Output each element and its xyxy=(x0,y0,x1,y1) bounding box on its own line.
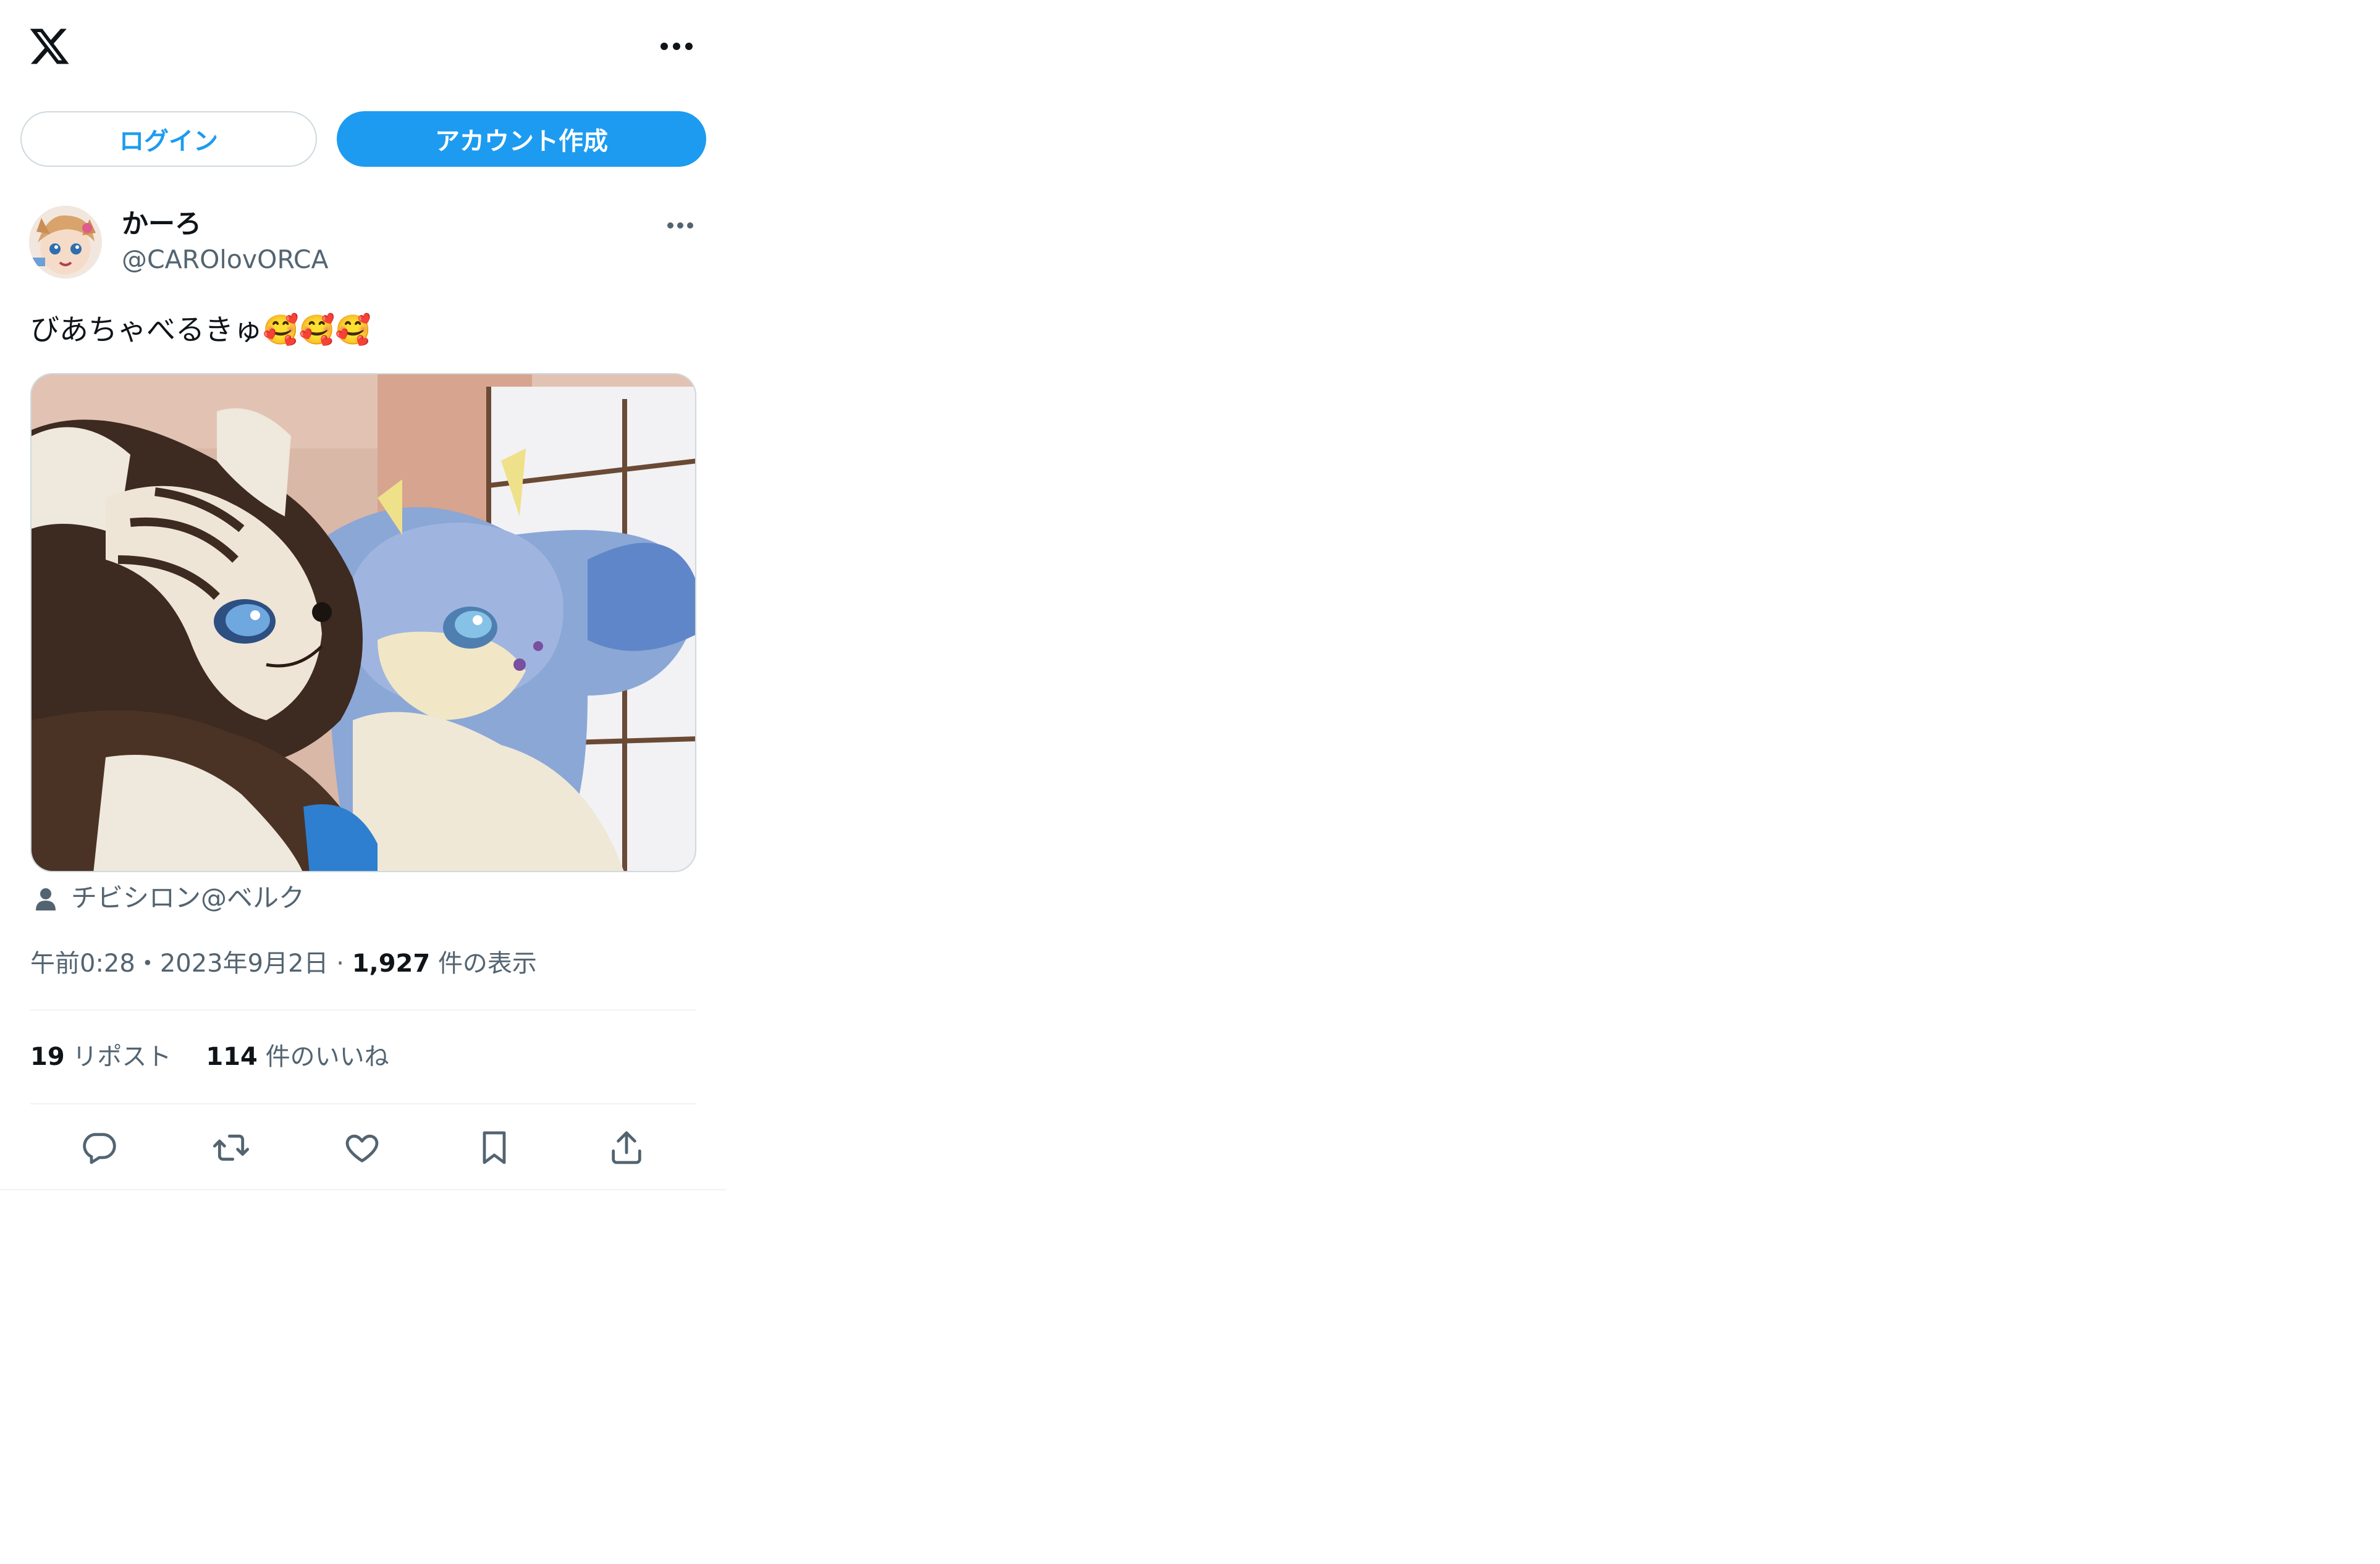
person-icon xyxy=(32,886,59,913)
tagged-user[interactable]: チビシロン@ベルク xyxy=(71,880,305,917)
x-logo-icon[interactable] xyxy=(28,25,71,68)
meta-separator: ・ xyxy=(135,949,160,978)
create-account-button[interactable]: アカウント作成 xyxy=(337,111,706,167)
repost-icon[interactable] xyxy=(211,1128,251,1167)
reposts-stat[interactable]: 19 リポスト xyxy=(30,1043,171,1071)
divider xyxy=(0,1189,726,1190)
tweet-more-icon[interactable] xyxy=(665,216,696,235)
reposts-count: 19 xyxy=(30,1043,65,1071)
tweet-time[interactable]: 午前0:28 xyxy=(30,949,135,978)
more-horizontal-icon[interactable] xyxy=(655,32,698,61)
tweet-photo[interactable] xyxy=(30,373,696,872)
likes-label: 件のいいね xyxy=(265,1043,389,1071)
share-icon[interactable] xyxy=(607,1128,646,1167)
tweet-meta: 午前0:28・2023年9月2日 · 1,927 件の表示 xyxy=(30,945,537,982)
like-icon[interactable] xyxy=(342,1128,382,1167)
author-display-name[interactable]: かーろ xyxy=(122,207,201,242)
likes-count: 114 xyxy=(206,1043,258,1071)
divider xyxy=(30,1009,696,1011)
meta-dot: · xyxy=(336,949,344,978)
views-count: 1,927 xyxy=(352,949,431,978)
login-button[interactable]: ログイン xyxy=(20,111,317,167)
tweet-text: びあちゃべるきゅ🥰🥰🥰 xyxy=(30,313,371,347)
likes-stat[interactable]: 114 件のいいね xyxy=(206,1043,389,1071)
tweet-date[interactable]: 2023年9月2日 xyxy=(160,949,329,978)
avatar[interactable] xyxy=(29,206,102,279)
reply-icon[interactable] xyxy=(79,1128,119,1167)
bookmark-icon[interactable] xyxy=(475,1128,514,1167)
tweet-stats: 19 リポスト 114 件のいいね xyxy=(30,1038,389,1075)
divider xyxy=(30,1103,696,1104)
author-handle[interactable]: @CAROlovORCA xyxy=(122,242,329,277)
reposts-label: リポスト xyxy=(72,1043,172,1071)
views-label: 件の表示 xyxy=(437,949,537,978)
